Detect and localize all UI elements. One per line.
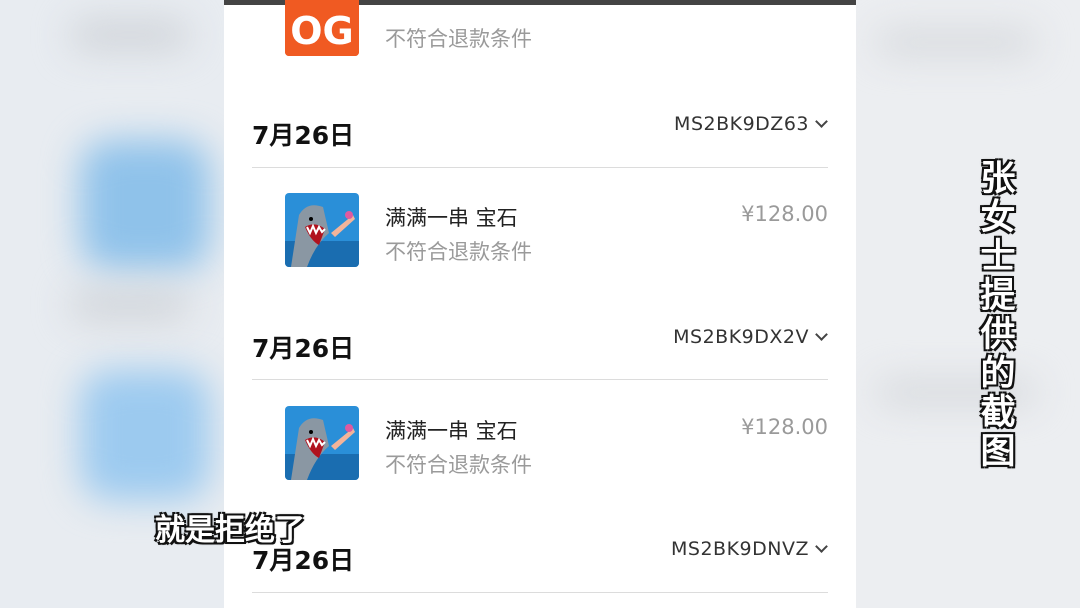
shark-game-icon xyxy=(285,193,359,267)
order-id: MS2BK9DNVZ xyxy=(671,538,809,560)
item-status: 不符合退款条件 xyxy=(385,453,532,477)
chevron-down-icon xyxy=(815,115,828,128)
item-title: 满满一串 宝石 xyxy=(385,419,518,443)
order-id-dropdown[interactable]: MS2BK9DZ63 xyxy=(674,113,828,135)
order-id: MS2BK9DZ63 xyxy=(674,113,809,135)
purchase-history-screenshot: OG 不符合退款条件 7月26日 MS2BK9DZ63 满满一串 宝石 ¥128… xyxy=(224,0,856,608)
chevron-down-icon xyxy=(815,328,828,341)
purchase-date: 7月26日 xyxy=(252,121,355,150)
svg-text:OG: OG xyxy=(290,9,354,53)
shark-game-icon xyxy=(285,406,359,480)
blurred-shape xyxy=(70,20,190,50)
item-price: ¥128.00 xyxy=(741,415,828,439)
order-id-dropdown[interactable]: MS2BK9DX2V xyxy=(673,326,828,348)
blurred-shape xyxy=(876,30,1036,55)
item-status: 不符合退款条件 xyxy=(385,240,532,264)
item-title: 满满一串 宝石 xyxy=(385,206,518,230)
divider xyxy=(252,379,828,380)
chevron-down-icon xyxy=(815,540,828,553)
item-price: ¥128.00 xyxy=(741,202,828,226)
divider xyxy=(252,592,828,593)
blurred-shape xyxy=(80,370,210,500)
divider xyxy=(252,167,828,168)
blurred-shape xyxy=(70,290,190,320)
vertical-caption: 张女士提供的截图 xyxy=(980,159,1016,472)
video-subtitle: 就是拒绝了 xyxy=(155,513,305,548)
order-id: MS2BK9DX2V xyxy=(673,326,809,348)
blurred-shape xyxy=(80,140,210,270)
blurred-background-right xyxy=(856,0,1080,608)
purchase-date: 7月26日 xyxy=(252,334,355,363)
item-status: 不符合退款条件 xyxy=(385,27,532,51)
game-logo-icon: OG xyxy=(285,0,359,56)
order-id-dropdown[interactable]: MS2BK9DNVZ xyxy=(671,538,828,560)
